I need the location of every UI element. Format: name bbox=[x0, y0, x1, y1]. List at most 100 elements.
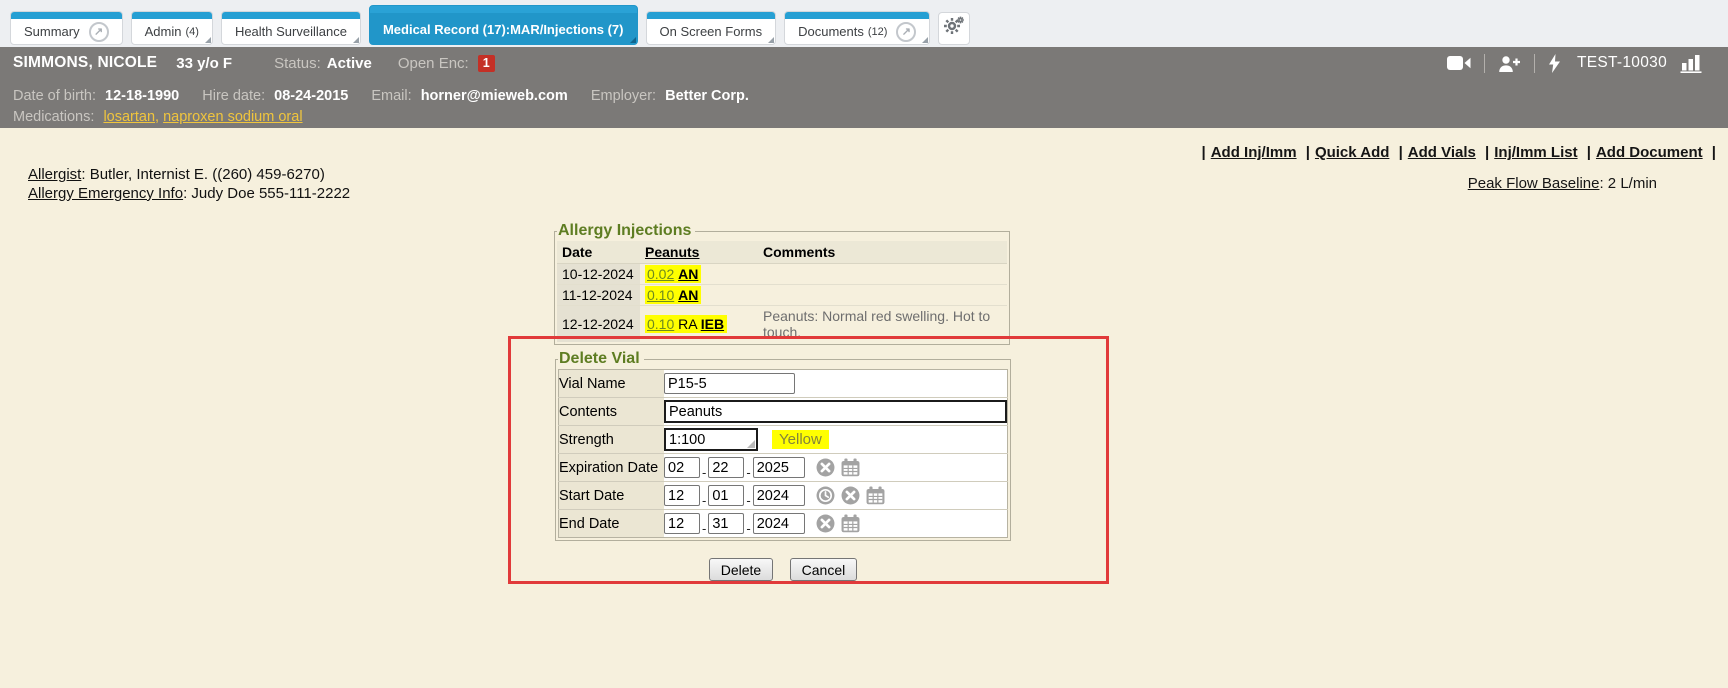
medications-line: Medications: losartan, naproxen sodium o… bbox=[13, 107, 1714, 128]
separator: | bbox=[1587, 144, 1591, 161]
clear-date-icon[interactable] bbox=[816, 458, 835, 477]
popout-icon[interactable]: ↗ bbox=[89, 22, 109, 42]
date-separator: - bbox=[702, 521, 706, 536]
lightning-bolt-icon[interactable] bbox=[1548, 54, 1561, 73]
employer-value: Better Corp. bbox=[665, 88, 749, 104]
add-document-link[interactable]: Add Document bbox=[1596, 144, 1703, 161]
video-camera-icon[interactable] bbox=[1447, 55, 1471, 71]
date-separator: - bbox=[746, 493, 750, 508]
open-enc-badge[interactable]: 1 bbox=[478, 55, 495, 72]
vial-name-label: Vial Name bbox=[559, 370, 665, 398]
dob-label: Date of birth: bbox=[13, 88, 96, 104]
tab-medical-record[interactable]: Medical Record (17):MAR/Injections (7) bbox=[369, 5, 638, 45]
tab-settings-button[interactable] bbox=[938, 12, 970, 45]
form-row-strength: Strength Yellow bbox=[559, 426, 1008, 454]
tab-summary-label: Summary bbox=[24, 24, 80, 39]
vial-name-input[interactable] bbox=[664, 373, 795, 394]
strength-label: Strength bbox=[559, 426, 665, 454]
reaction-code-link[interactable]: AN bbox=[678, 287, 698, 303]
contents-input[interactable] bbox=[664, 400, 1007, 423]
form-row-vial-name: Vial Name bbox=[559, 370, 1008, 398]
date-separator: - bbox=[746, 521, 750, 536]
date-separator: - bbox=[702, 493, 706, 508]
add-vials-link[interactable]: Add Vials bbox=[1408, 144, 1476, 161]
quick-add-link[interactable]: Quick Add bbox=[1315, 144, 1389, 161]
clock-icon[interactable] bbox=[816, 486, 835, 505]
hire-date-value: 08-24-2015 bbox=[274, 88, 348, 104]
inj-imm-list-link[interactable]: Inj/Imm List bbox=[1494, 144, 1577, 161]
reaction-code-link[interactable]: AN bbox=[678, 266, 698, 282]
divider bbox=[1534, 54, 1535, 73]
gear-icon bbox=[943, 15, 965, 42]
delete-button[interactable]: Delete bbox=[709, 558, 773, 581]
tab-admin-count: (4) bbox=[185, 26, 198, 38]
tab-documents[interactable]: Documents (12) ↗ bbox=[784, 11, 930, 45]
end-day-input[interactable] bbox=[708, 513, 744, 534]
tab-health-surveillance-label: Health Surveillance bbox=[235, 24, 347, 39]
popout-icon[interactable]: ↗ bbox=[896, 22, 916, 42]
start-date-label: Start Date bbox=[559, 482, 665, 510]
col-header-date: Date bbox=[557, 241, 640, 264]
table-row: 10-12-2024 0.02 AN bbox=[557, 264, 1007, 285]
chart-content-area: |Add Inj/Imm |Quick Add |Add Vials |Inj/… bbox=[0, 128, 1728, 688]
tab-medical-record-label: Medical Record (17):MAR/Injections (7) bbox=[383, 22, 624, 37]
medication-link[interactable]: losartan bbox=[103, 109, 155, 125]
tab-admin[interactable]: Admin (4) bbox=[131, 11, 213, 45]
expiration-year-input[interactable] bbox=[753, 457, 805, 478]
reaction-code: RA bbox=[678, 316, 697, 332]
date-separator: - bbox=[702, 465, 706, 480]
patient-demographics-bar: Date of birth: 12-18-1990 Hire date: 08-… bbox=[0, 79, 1728, 128]
strength-input[interactable] bbox=[664, 428, 758, 451]
table-header-row: Date Peanuts Comments bbox=[557, 241, 1007, 264]
start-month-input[interactable] bbox=[664, 485, 700, 506]
injection-date: 11-12-2024 bbox=[557, 285, 640, 306]
dose-link[interactable]: 0.02 bbox=[647, 266, 674, 282]
peak-flow-baseline-link[interactable]: Peak Flow Baseline bbox=[1468, 175, 1600, 192]
allergist-link[interactable]: Allergist bbox=[28, 166, 81, 183]
allergy-emergency-info-link[interactable]: Allergy Emergency Info bbox=[28, 185, 183, 202]
cancel-button[interactable]: Cancel bbox=[790, 558, 858, 581]
tab-summary[interactable]: Summary ↗ bbox=[10, 11, 123, 45]
injection-date: 10-12-2024 bbox=[557, 264, 640, 285]
allergy-injections-title: Allergy Injections bbox=[557, 222, 695, 240]
employer-label: Employer: bbox=[591, 88, 656, 104]
start-day-input[interactable] bbox=[708, 485, 744, 506]
open-enc-label: Open Enc: bbox=[398, 55, 469, 72]
clear-date-icon[interactable] bbox=[841, 486, 860, 505]
dob-value: 12-18-1990 bbox=[105, 88, 179, 104]
injection-comment bbox=[758, 264, 1007, 285]
expiration-date-label: Expiration Date bbox=[559, 454, 665, 482]
dose-link[interactable]: 0.10 bbox=[647, 287, 674, 303]
tab-health-surveillance[interactable]: Health Surveillance bbox=[221, 11, 361, 45]
tab-documents-count: (12) bbox=[868, 26, 888, 38]
end-month-input[interactable] bbox=[664, 513, 700, 534]
patient-header-bar: SIMMONS, NICOLE 33 y/o F Status: Active … bbox=[0, 47, 1728, 79]
col-header-comments: Comments bbox=[758, 241, 1007, 264]
expiration-month-input[interactable] bbox=[664, 457, 700, 478]
medication-link[interactable]: naproxen sodium oral bbox=[163, 109, 302, 125]
calendar-icon[interactable] bbox=[841, 458, 860, 477]
tab-documents-label: Documents bbox=[798, 24, 864, 39]
tab-on-screen-forms[interactable]: On Screen Forms bbox=[646, 11, 777, 45]
allergy-injections-section: Allergy Injections Date Peanuts Comments… bbox=[554, 222, 1010, 345]
flowsheet-chart-icon[interactable] bbox=[1680, 54, 1704, 73]
peak-flow-baseline-value: : 2 L/min bbox=[1599, 175, 1657, 192]
separator: | bbox=[1202, 144, 1206, 161]
add-inj-imm-link[interactable]: Add Inj/Imm bbox=[1211, 144, 1297, 161]
clear-date-icon[interactable] bbox=[816, 514, 835, 533]
start-year-input[interactable] bbox=[753, 485, 805, 506]
calendar-icon[interactable] bbox=[866, 486, 885, 505]
add-person-icon[interactable] bbox=[1498, 55, 1521, 72]
table-row: 11-12-2024 0.10 AN bbox=[557, 285, 1007, 306]
dose-link[interactable]: 0.10 bbox=[647, 316, 674, 332]
end-year-input[interactable] bbox=[753, 513, 805, 534]
medication-separator: , bbox=[155, 109, 163, 125]
separator: | bbox=[1712, 144, 1716, 161]
email-label: Email: bbox=[371, 88, 411, 104]
peanuts-column-link[interactable]: Peanuts bbox=[645, 244, 699, 260]
reaction-code-link[interactable]: IEB bbox=[701, 316, 724, 332]
expiration-day-input[interactable] bbox=[708, 457, 744, 478]
dose-highlight: 0.02 AN bbox=[645, 265, 701, 283]
calendar-icon[interactable] bbox=[841, 514, 860, 533]
date-separator: - bbox=[746, 465, 750, 480]
